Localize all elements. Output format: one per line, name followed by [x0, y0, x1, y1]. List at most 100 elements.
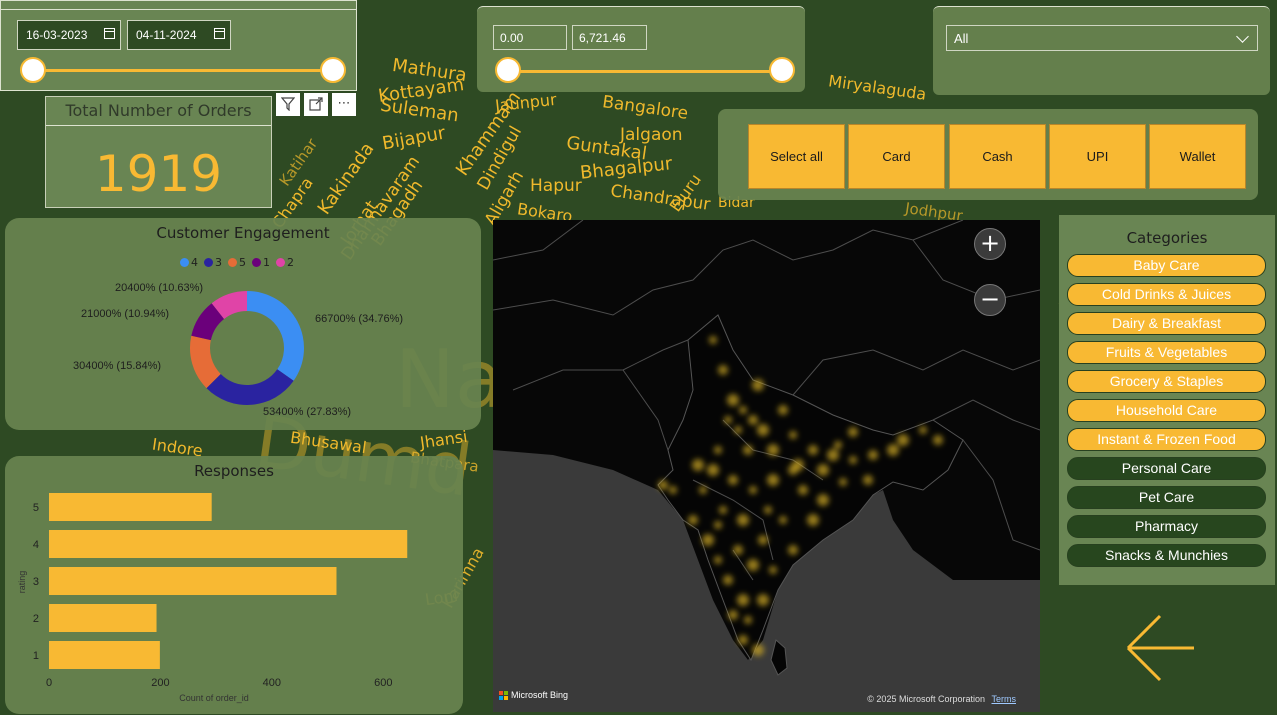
customer-engagement-card: Customer Engagement 4 3 5 1 2 66700% (34…	[5, 218, 481, 430]
order-location-point	[669, 486, 677, 494]
filter-dropdown[interactable]: All	[946, 25, 1258, 51]
category-chip[interactable]: Baby Care	[1067, 254, 1266, 277]
response-bar[interactable]	[49, 641, 160, 669]
filter-icon[interactable]	[276, 93, 300, 116]
order-location-point	[728, 475, 738, 485]
order-location-point	[778, 405, 788, 415]
order-location-point	[792, 459, 804, 471]
category-chip[interactable]: Cold Drinks & Juices	[1067, 283, 1266, 306]
order-location-point	[733, 545, 743, 555]
payment-button-select-all[interactable]: Select all	[748, 124, 845, 189]
amount-range-slicer: 0.00 6,721.46	[477, 6, 805, 92]
y-tick-label: 1	[33, 650, 39, 662]
order-location-point	[743, 445, 753, 455]
order-location-point	[769, 566, 777, 574]
category-chip[interactable]: Grocery & Staples	[1067, 370, 1266, 393]
order-location-map[interactable]: + − Microsoft Bing © 2025 Microsoft Corp…	[493, 220, 1040, 712]
category-chip[interactable]: Pharmacy	[1067, 515, 1266, 538]
order-location-point	[767, 474, 779, 486]
category-chip[interactable]: Snacks & Munchies	[1067, 544, 1266, 567]
total-orders-card: Total Number of Orders 1919	[45, 96, 272, 208]
x-axis-label: Count of order_id	[179, 693, 249, 703]
x-tick-label: 0	[46, 677, 52, 689]
order-location-point	[709, 336, 717, 344]
order-location-point	[658, 480, 668, 490]
category-chip[interactable]: Instant & Frozen Food	[1067, 428, 1266, 451]
calendar-icon[interactable]	[104, 28, 115, 39]
order-location-point	[817, 494, 829, 506]
end-date-text: 04-11-2024	[136, 28, 197, 42]
order-location-point	[727, 394, 739, 406]
order-location-point	[718, 365, 728, 375]
min-amount-input[interactable]: 0.00	[493, 25, 567, 50]
order-location-point	[714, 556, 722, 564]
word-cloud-word: Bangalore	[601, 92, 690, 124]
order-location-point	[738, 635, 748, 645]
y-tick-label: 5	[33, 502, 39, 514]
date-slider-end-handle[interactable]	[320, 57, 346, 83]
bing-attribution-text: Microsoft Bing	[511, 690, 569, 700]
map-canvas[interactable]	[493, 220, 1040, 712]
focus-mode-icon[interactable]	[304, 93, 328, 116]
response-bar[interactable]	[49, 604, 157, 632]
responses-bar-chart: 5 4 3 2 1 0 200 400 600 Count of order_id rating	[17, 493, 408, 703]
amount-slider-track[interactable]	[508, 70, 782, 73]
y-tick-label: 2	[33, 613, 39, 625]
category-chip[interactable]: Household Care	[1067, 399, 1266, 422]
order-location-point	[798, 485, 808, 495]
order-location-point	[757, 424, 769, 436]
back-arrow-icon[interactable]	[1124, 612, 1196, 684]
word-cloud-word: Suleman	[378, 94, 461, 127]
categories-title: Categories	[1126, 229, 1208, 247]
payment-button-cash[interactable]: Cash	[949, 124, 1046, 189]
order-location-point	[739, 406, 747, 414]
payment-button-wallet[interactable]: Wallet	[1149, 124, 1246, 189]
x-tick-label: 600	[374, 677, 392, 689]
end-date-input[interactable]: 04-11-2024	[127, 20, 231, 50]
donut-label: 30400% (15.84%)	[73, 360, 162, 372]
payment-button-card[interactable]: Card	[848, 124, 945, 189]
order-location-point	[719, 506, 727, 514]
response-bar[interactable]	[49, 567, 337, 595]
response-bar[interactable]	[49, 493, 212, 521]
order-location-point	[827, 449, 839, 461]
order-location-point	[692, 459, 704, 471]
payment-button-upi[interactable]: UPI	[1049, 124, 1146, 189]
amount-slider-max-handle[interactable]	[769, 57, 795, 83]
terms-link[interactable]: Terms	[992, 694, 1017, 704]
order-location-point	[758, 535, 768, 545]
category-chip[interactable]: Personal Care	[1067, 457, 1266, 480]
date-slider-start-handle[interactable]	[20, 57, 46, 83]
order-location-point	[839, 478, 847, 486]
category-chip[interactable]: Pet Care	[1067, 486, 1266, 509]
order-location-point	[714, 446, 722, 454]
engagement-donut-chart[interactable]	[5, 218, 481, 430]
category-chip[interactable]: Dairy & Breakfast	[1067, 312, 1266, 335]
date-slider-track[interactable]	[33, 69, 333, 72]
more-options-icon[interactable]: ⋯	[332, 93, 356, 116]
donut-slice[interactable]	[247, 291, 304, 381]
order-location-point	[817, 464, 829, 476]
category-chip[interactable]: Fruits & Vegetables	[1067, 341, 1266, 364]
word-cloud-word: Bhagalpur	[579, 153, 674, 184]
order-location-point	[737, 594, 749, 606]
y-tick-label: 3	[33, 576, 39, 588]
payment-method-slicer: Select all Card Cash UPI Wallet	[718, 109, 1258, 200]
min-amount-text: 0.00	[500, 31, 524, 45]
max-amount-input[interactable]: 6,721.46	[572, 25, 647, 50]
copyright-text: © 2025 Microsoft Corporation	[867, 694, 985, 704]
order-location-point	[723, 575, 733, 585]
x-tick-label: 400	[263, 677, 281, 689]
calendar-icon[interactable]	[214, 28, 225, 39]
zoom-out-button[interactable]: −	[974, 284, 1006, 316]
amount-slider-min-handle[interactable]	[495, 57, 521, 83]
order-location-point	[707, 464, 719, 476]
order-location-point	[863, 475, 873, 485]
word-cloud-word: Bijapur	[380, 122, 447, 155]
response-bar[interactable]	[49, 530, 408, 558]
zoom-in-button[interactable]: +	[974, 228, 1006, 260]
order-location-point	[728, 610, 738, 620]
order-location-point	[834, 441, 842, 449]
start-date-input[interactable]: 16-03-2023	[17, 20, 121, 50]
microsoft-logo-icon	[499, 690, 508, 700]
